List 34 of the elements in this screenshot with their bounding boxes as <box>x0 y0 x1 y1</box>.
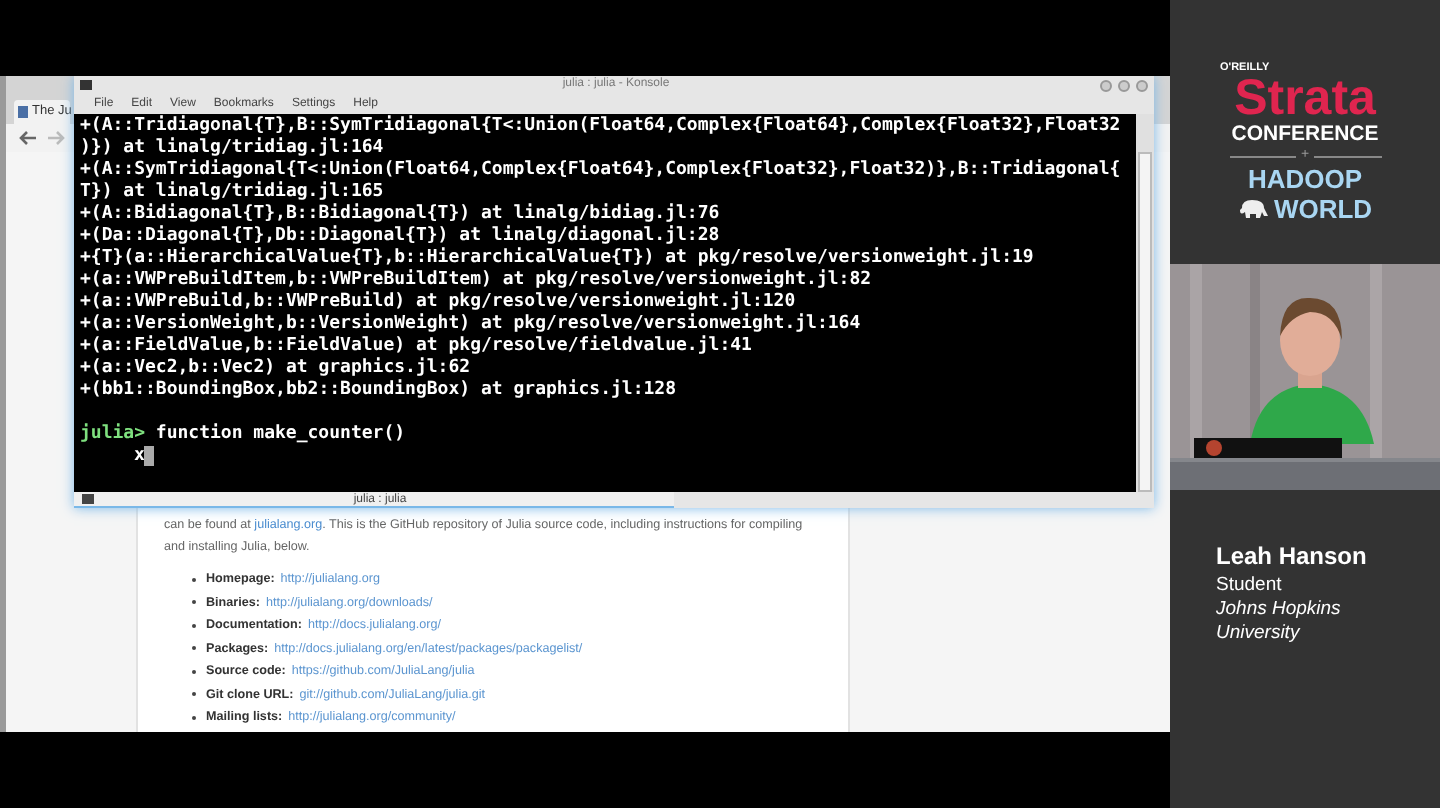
text-cursor <box>144 446 155 466</box>
output-line: +(a::VWPreBuildItem,b::VWPreBuildItem) at pkg/resolve/versionweight.jl:82 <box>80 270 874 291</box>
event-subtitle: CONFERENCE <box>1231 122 1379 149</box>
page-icon <box>18 106 28 118</box>
back-icon[interactable] <box>18 130 36 146</box>
partner-name: HADOOP <box>1247 164 1363 195</box>
speaker-affiliation: Johns Hopkins University <box>1216 598 1343 646</box>
event-name: Strata <box>1234 76 1376 123</box>
output-line: +(a::VersionWeight,b::VersionWeight) at pkg/resolve/versionweight.jl:164 <box>80 314 863 335</box>
output-line: +(Da::Diagonal{T},Db::Diagonal{T}) at linalg/diagonal.jl:28 <box>80 226 722 247</box>
output-line: )}) at linalg/tridiag.jl:164 <box>80 138 386 159</box>
output-line: +(A::Bidiagonal{T},B::Bidiagonal{T}) at linalg/bidiag.jl:76 <box>80 204 722 225</box>
scrollbar[interactable] <box>1136 114 1154 492</box>
partner-name: WORLD <box>1273 194 1373 225</box>
output-line: +(A::Tridiagonal{T},B::SymTridiagonal{T<:Union(Float64,Complex{Float64},Complex{Float32},Float32 <box>80 116 1123 137</box>
prompt: julia> <box>80 424 146 446</box>
output-line: +(A::SymTridiagonal{T<:Union(Float64,Complex{Float64},Complex{Float32},Float32)},B::Tridiagonal{ <box>80 160 1123 181</box>
continuation-line: x <box>134 446 145 468</box>
output-line: +(a::FieldValue,b::FieldValue) at pkg/resolve/fieldvalue.jl:41 <box>80 336 754 357</box>
minimize-button[interactable] <box>1100 79 1112 91</box>
output-line: T}) at linalg/tridiag.jl:165 <box>80 182 386 203</box>
elephant-icon <box>1237 198 1270 221</box>
output-line: +(bb1::BoundingBox,bb2::BoundingBox) at graphics.jl:128 <box>80 380 679 402</box>
command-line: function make_counter() <box>155 424 406 446</box>
terminal-icon <box>82 494 94 504</box>
output-line: +(a::VWPreBuild,b::VWPreBuild) at pkg/resolve/versionweight.jl:120 <box>80 292 798 313</box>
forward-icon[interactable] <box>48 130 66 146</box>
speaker-role: Student <box>1216 572 1284 598</box>
terminal-icon <box>80 80 92 90</box>
close-button[interactable] <box>1136 79 1148 91</box>
speaker-name: Leah Hanson <box>1216 542 1369 572</box>
output-line: +{T}(a::HierarchicalValue{T},b::HierarchicalValue{T}) at pkg/resolve/versionweight.jl:19 <box>80 248 1036 269</box>
output-line: +(a::Vec2,b::Vec2) at graphics.jl:62 <box>80 358 473 379</box>
maximize-button[interactable] <box>1118 79 1130 91</box>
